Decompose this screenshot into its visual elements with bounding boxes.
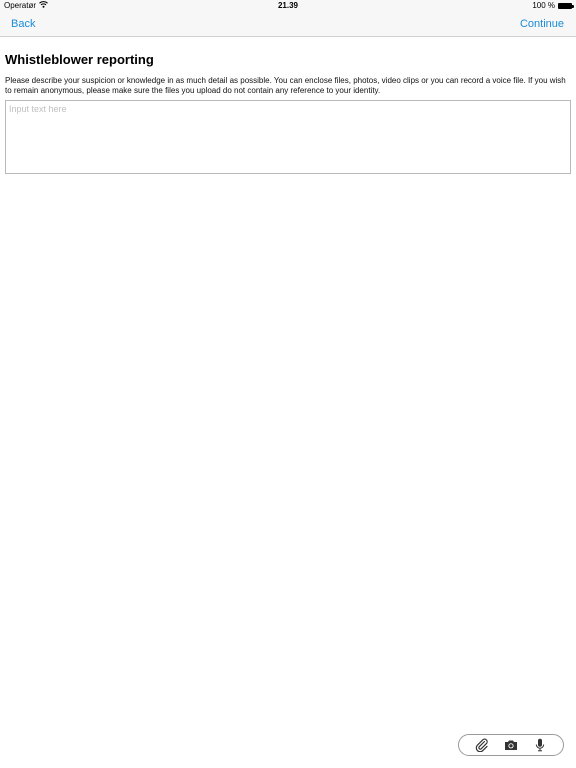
page-title: Whistleblower reporting — [5, 52, 154, 67]
paperclip-icon — [475, 738, 489, 752]
back-button[interactable]: Back — [11, 12, 35, 36]
continue-button[interactable]: Continue — [520, 12, 564, 36]
navigation-bar: Back Continue — [0, 12, 576, 37]
instructions-text: Please describe your suspicion or knowle… — [5, 76, 566, 95]
battery-info: 100 % — [532, 0, 574, 12]
take-photo-button[interactable] — [500, 736, 522, 754]
microphone-icon — [535, 738, 545, 752]
report-text-input[interactable] — [5, 100, 571, 174]
attach-file-button[interactable] — [471, 736, 493, 754]
battery-percent: 100 % — [532, 1, 555, 10]
battery-icon — [558, 3, 574, 9]
camera-icon — [504, 739, 518, 751]
status-bar: Operatør 21.39 100 % — [0, 0, 576, 12]
report-form: Whistleblower reporting Please describe … — [5, 52, 571, 179]
battery-fill — [559, 4, 571, 8]
status-time: 21.39 — [277, 1, 299, 10]
record-voice-button[interactable] — [529, 736, 551, 754]
attachment-toolbar — [458, 734, 564, 756]
